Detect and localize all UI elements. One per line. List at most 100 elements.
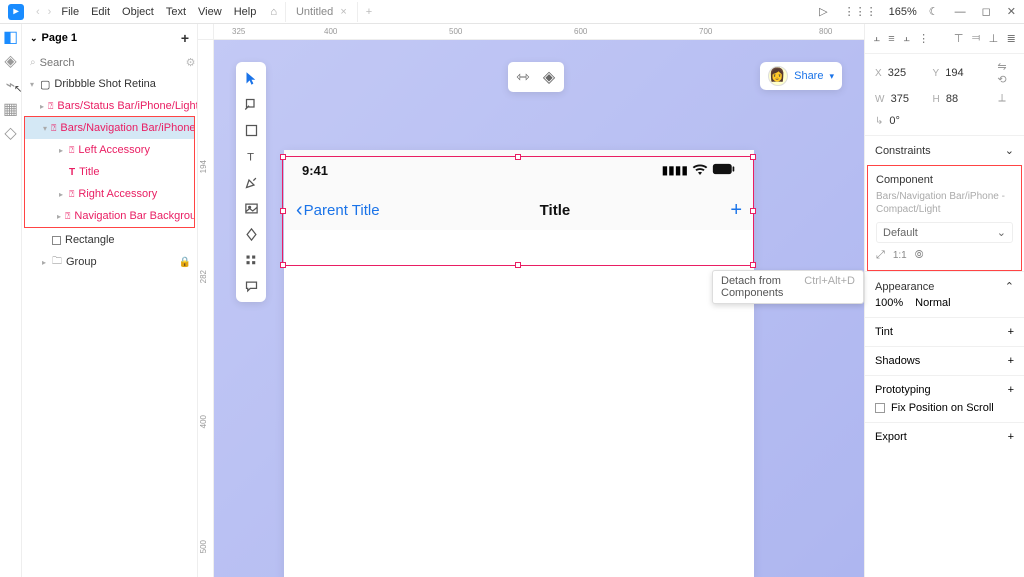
layer-nav-bg[interactable]: ▸⍰ Navigation Bar Background [25,205,194,227]
page-chevron-icon[interactable]: ⌄ [30,33,38,44]
window-close-icon[interactable]: ✕ [999,5,1024,18]
add-tint-icon[interactable]: + [1008,326,1014,338]
appearance-header[interactable]: Appearance [875,281,934,293]
zoom-level[interactable]: 165% [885,6,921,18]
variant-select[interactable]: Default⌄ [876,222,1013,243]
chevron-down-icon[interactable]: ⌄ [1005,144,1014,157]
variant-label: Default [883,227,918,239]
moon-icon[interactable]: ☾ [921,5,947,18]
ruler-vertical: 194 282 400 500 [198,40,214,577]
swap-xy-icon[interactable]: ⇋⟲ [990,60,1014,86]
fix-scroll-checkbox[interactable] [875,403,885,413]
x-value[interactable]: 325 [888,67,906,79]
home-icon[interactable]: ⌂ [262,6,285,18]
add-export-icon[interactable]: + [1008,431,1014,443]
align-right-icon[interactable]: ⫠ [903,32,910,45]
w-value[interactable]: 375 [891,93,909,105]
layer-left-acc[interactable]: ▸⍰ Left Accessory [25,139,194,161]
layer-group[interactable]: ▸🗀 Group🔒 [22,251,197,273]
share-chevron-icon[interactable]: ▾ [829,71,834,82]
canvas[interactable]: T ⇿ ◈ Share ▾ 9:41 ▮▮▮▮ [214,40,864,577]
layer-status-bar[interactable]: ▸⍰ Bars/Status Bar/iPhone/Light [22,95,197,117]
tool-comment[interactable] [239,274,263,298]
layer-right-acc[interactable]: ▸⍰ Right Accessory [25,183,194,205]
tab-close-icon[interactable]: × [340,6,346,18]
menu-help[interactable]: Help [228,6,263,18]
shadows-header[interactable]: Shadows [875,355,920,367]
add-proto-icon[interactable]: + [1008,384,1014,396]
tool-select[interactable] [239,66,263,90]
ruler-horizontal: 325 400 500 600 700 800 [214,24,864,40]
tab-add-icon[interactable]: + [358,6,380,18]
layers-tab-icon[interactable]: ◧ [4,30,18,44]
tool-frame[interactable] [239,92,263,116]
chevron-up-icon[interactable]: ⌃ [1005,280,1014,293]
blend-mode[interactable]: Normal [915,297,950,309]
w-label: W [875,94,884,105]
menu-edit[interactable]: Edit [85,6,116,18]
sym-tab-icon[interactable]: ◇ [4,126,18,140]
constraints-header[interactable]: Constraints [875,145,931,157]
avatar[interactable] [768,66,788,86]
align-vert-icon[interactable]: ◈ [538,66,560,88]
h-label: H [933,94,940,105]
shortcuts-tab-icon[interactable]: ⌁ [4,78,18,92]
distribute-h-icon[interactable]: ⋮ [918,32,929,45]
menu-file[interactable]: File [55,6,85,18]
tool-component[interactable] [239,222,263,246]
distribute-v-icon[interactable]: ≣ [1007,32,1016,45]
layer-frame[interactable]: ▾▢ Dribbble Shot Retina [22,73,197,95]
filter-icon[interactable]: ⚙ [186,56,196,69]
tool-pen[interactable] [239,170,263,194]
rot-icon: ↳ [875,116,883,127]
layer-title-label: Title [79,166,99,178]
scale-ratio[interactable]: 1:1 [893,250,907,261]
window-max-icon[interactable]: ◻ [974,5,999,18]
page-name[interactable]: Page 1 [42,32,77,44]
tool-text[interactable]: T [239,144,263,168]
menu-object[interactable]: Object [116,6,160,18]
page-add-icon[interactable]: + [181,30,189,46]
align-bottom-icon[interactable]: ⊥ [989,32,999,45]
fix-scroll-label: Fix Position on Scroll [891,402,994,414]
layer-nav-bar-label: Bars/Navigation Bar/iPhone - ... [60,122,194,134]
align-hcenter-icon[interactable]: ≡ [888,33,894,45]
selection-outline [282,156,754,266]
tool-grid[interactable] [239,248,263,272]
layer-nav-bg-label: Navigation Bar Background [74,210,194,222]
tool-image[interactable] [239,196,263,220]
doc-tab[interactable]: Untitled × [286,6,357,18]
rot-value[interactable]: 0° [889,115,900,127]
align-top-icon[interactable]: ⊤ [954,32,964,45]
h-value[interactable]: 88 [946,93,958,105]
layer-right-acc-label: Right Accessory [78,188,157,200]
share-button[interactable]: Share [794,70,823,82]
go-to-main-icon[interactable]: ⦾ [915,249,924,262]
search-input[interactable] [40,57,182,69]
menu-view[interactable]: View [192,6,228,18]
layer-title[interactable]: T Title [25,161,194,183]
align-left-icon[interactable]: ⫠ [873,32,880,45]
window-min-icon[interactable]: — [947,6,974,18]
app-logo[interactable]: ▸ [8,4,24,20]
tint-header[interactable]: Tint [875,326,893,338]
y-value[interactable]: 194 [945,67,963,79]
grid-icon[interactable]: ⋮⋮⋮ [836,5,885,18]
tooltip-text: Detach from Components [721,275,794,299]
lock-icon[interactable]: 🔒 [179,257,191,268]
add-shadow-icon[interactable]: + [1008,355,1014,367]
align-vcenter-icon[interactable]: ⫤ [972,32,980,45]
layer-rectangle[interactable]: Rectangle [22,229,197,251]
components-tab-icon[interactable]: ◈ [4,54,18,68]
menu-text[interactable]: Text [160,6,192,18]
play-icon[interactable]: ▷ [811,5,835,18]
detach-component-icon[interactable]: ⤢ [876,249,885,262]
layer-nav-bar[interactable]: ▾⍰ Bars/Navigation Bar/iPhone - ... [25,117,194,139]
tool-rect[interactable] [239,118,263,142]
opacity-value[interactable]: 100% [875,297,903,309]
styles-tab-icon[interactable]: ▦ [4,102,18,116]
align-horiz-icon[interactable]: ⇿ [512,66,534,88]
lock-ratio-icon[interactable]: ⟂ [990,92,1014,105]
export-header[interactable]: Export [875,431,907,443]
prototyping-header[interactable]: Prototyping [875,384,931,396]
